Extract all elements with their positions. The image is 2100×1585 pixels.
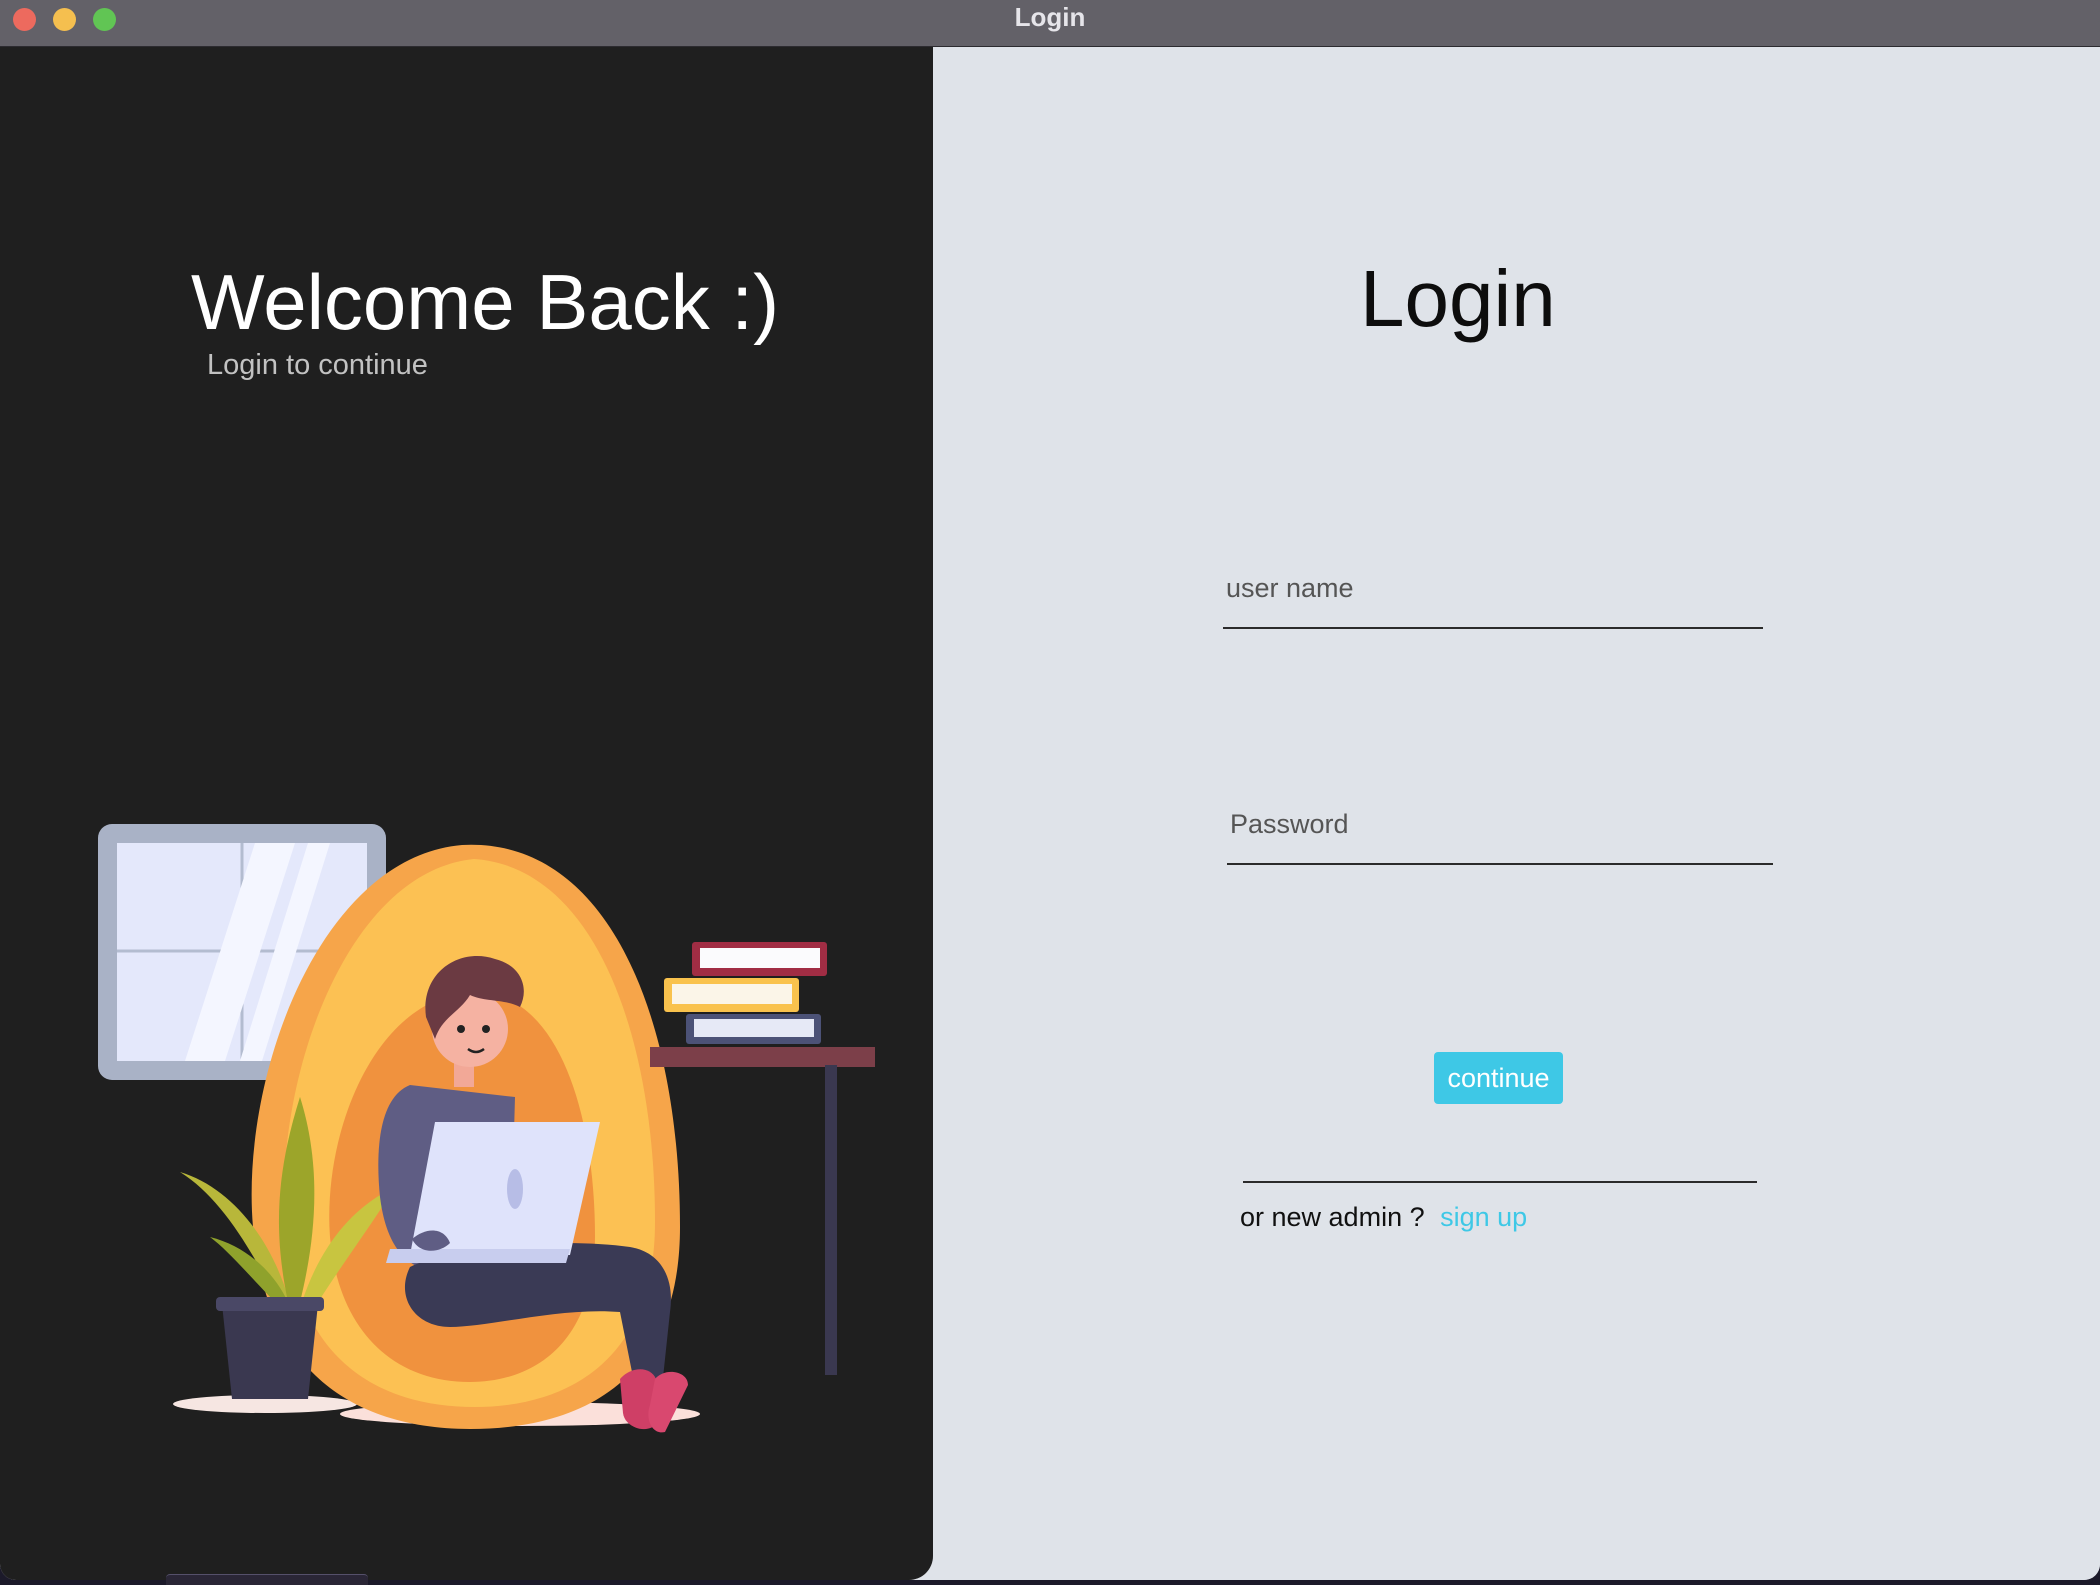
dock-edge [166, 1574, 368, 1585]
form-divider [1243, 1181, 1757, 1183]
welcome-panel: Welcome Back :) Login to continue [0, 47, 933, 1580]
welcome-heading: Welcome Back :) [191, 258, 780, 346]
password-input[interactable] [1227, 785, 1773, 865]
app-window: Login Welcome Back :) Login to continue [0, 0, 2100, 1580]
title-bar[interactable]: Login [0, 0, 2100, 47]
login-panel: Login continue or new admin ? sign up [933, 47, 2100, 1580]
desk-graphic [650, 1047, 875, 1067]
login-title: Login [1360, 254, 1556, 343]
signup-link[interactable]: sign up [1440, 1202, 1527, 1232]
books-graphic [664, 942, 827, 1044]
continue-button[interactable]: continue [1434, 1052, 1563, 1104]
person-with-laptop-illustration [98, 824, 875, 1433]
window-title: Login [1014, 2, 1086, 32]
signup-row: or new admin ? sign up [1240, 1201, 1527, 1233]
signup-prompt: or new admin ? [1240, 1202, 1425, 1232]
username-input[interactable] [1223, 549, 1763, 629]
welcome-subheading: Login to continue [207, 349, 428, 381]
